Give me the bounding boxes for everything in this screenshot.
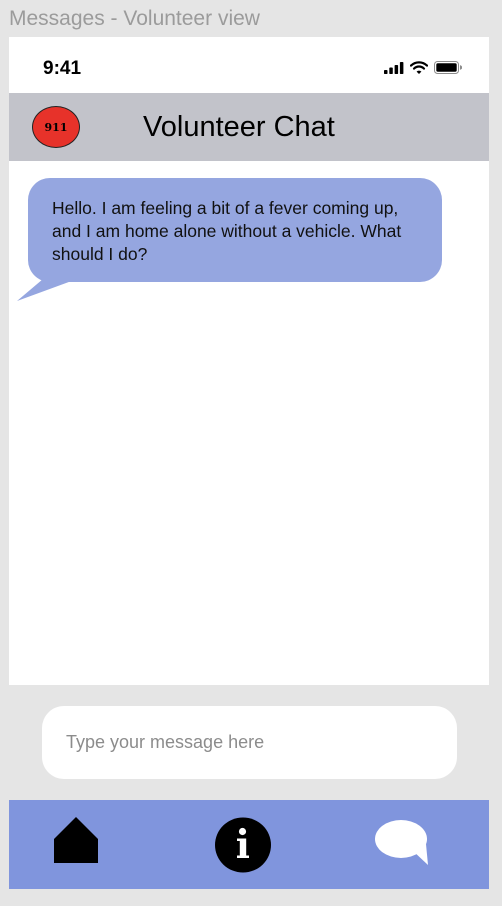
incoming-message-bubble: Hello. I am feeling a bit of a fever com… bbox=[28, 178, 442, 282]
status-icons bbox=[384, 61, 462, 74]
message-list[interactable]: Hello. I am feeling a bit of a fever com… bbox=[9, 161, 489, 685]
wifi-icon bbox=[410, 61, 428, 74]
frame-title: Messages - Volunteer view bbox=[9, 7, 260, 30]
battery-icon bbox=[434, 61, 462, 74]
chat-bubble-icon bbox=[375, 820, 428, 865]
status-time: 9:41 bbox=[43, 58, 82, 79]
tab-chat[interactable] bbox=[375, 820, 429, 871]
info-icon bbox=[215, 817, 271, 873]
signal-icon bbox=[384, 61, 404, 74]
chat-header: 911 Volunteer Chat bbox=[9, 93, 489, 161]
page-title: Volunteer Chat bbox=[143, 111, 335, 143]
status-bar: 9:41 bbox=[9, 37, 489, 93]
home-icon bbox=[54, 817, 98, 863]
tab-info[interactable] bbox=[214, 817, 272, 878]
message-input-container[interactable] bbox=[42, 706, 457, 779]
message-input[interactable] bbox=[66, 706, 436, 779]
phone-screen: 9:41 911 Volunteer Chat Hello. I am feel… bbox=[9, 37, 489, 889]
tab-home[interactable] bbox=[54, 817, 98, 868]
emergency-911-button[interactable]: 911 bbox=[32, 106, 80, 148]
bottom-tab-bar bbox=[9, 800, 489, 889]
bubble-tail bbox=[17, 279, 77, 301]
